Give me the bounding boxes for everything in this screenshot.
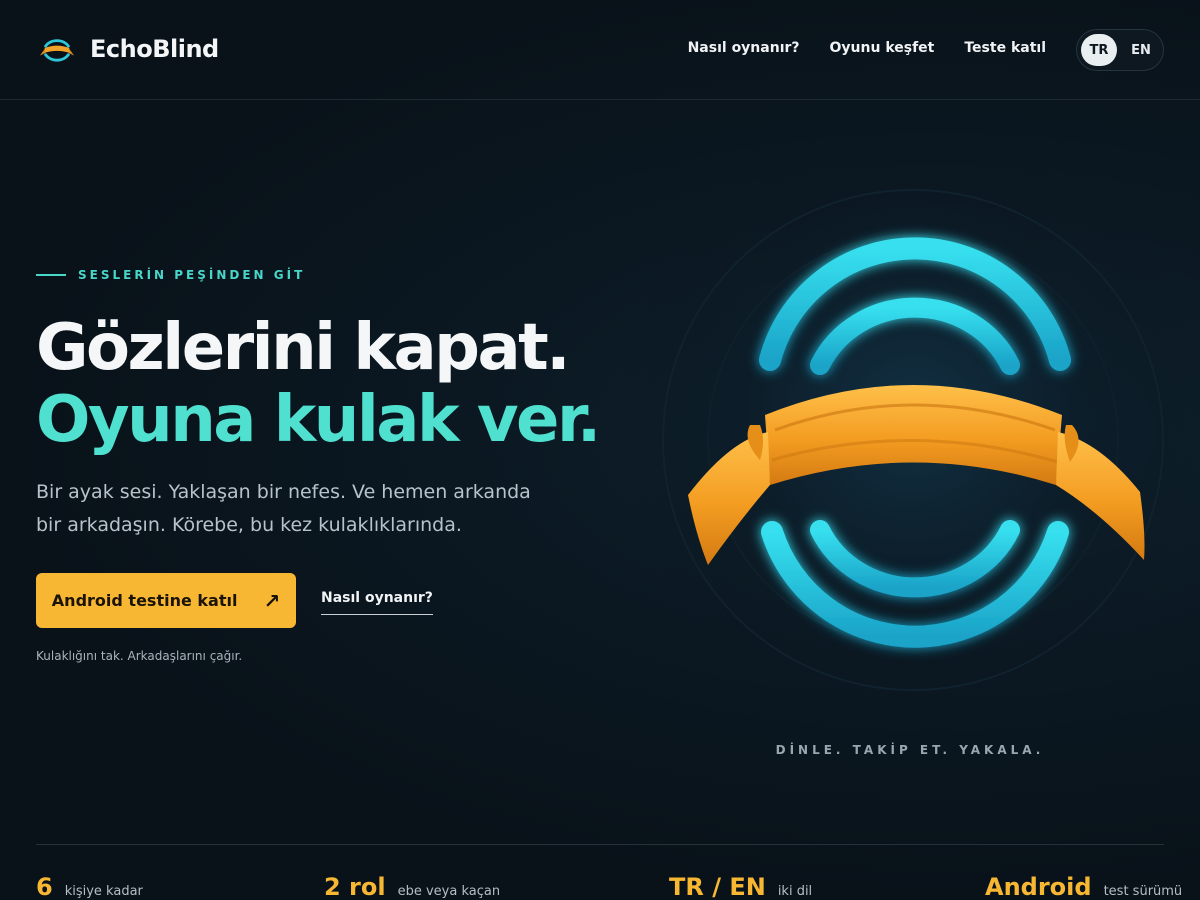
brand-name: EchoBlind	[90, 35, 219, 63]
language-option-tr[interactable]: TR	[1081, 34, 1117, 66]
stat-label: test sürümü	[1103, 884, 1183, 899]
how-to-play-link[interactable]: Nasıl oynanır?	[321, 590, 433, 615]
hero-title-line-2: Oyuna kulak ver.	[36, 383, 601, 457]
stat-platform: Android test sürümü	[985, 873, 1182, 900]
nav-link-join-test[interactable]: Teste katıl	[964, 40, 1046, 56]
android-test-button-label: Android testine katıl	[51, 591, 238, 610]
landing-page: EchoBlind Nasıl oynanır? Oyunu keşfet Te…	[0, 0, 1200, 900]
android-test-button[interactable]: Android testine katıl ↗	[36, 573, 296, 628]
site-header: EchoBlind Nasıl oynanır? Oyunu keşfet Te…	[0, 0, 1200, 100]
language-switcher: TR EN	[1076, 29, 1164, 71]
hero-lead: Bir ayak sesi. Yaklaşan bir nefes. Ve he…	[36, 481, 531, 536]
stat-roles: 2 rol ebe veya kaçan	[324, 873, 500, 900]
stat-value: Android	[985, 873, 1092, 900]
stat-label: ebe veya kaçan	[397, 884, 501, 899]
nav-link-explore-game[interactable]: Oyunu keşfet	[830, 40, 935, 56]
stat-value: 6	[36, 873, 53, 900]
eyebrow-text: SESLERİN PEŞİNDEN GİT	[78, 268, 306, 282]
nav-link-how-to-play[interactable]: Nasıl oynanır?	[688, 40, 800, 56]
hero-title-line-1: Gözlerini kapat.	[36, 311, 571, 385]
hero-eyebrow: SESLERİN PEŞİNDEN GİT	[36, 268, 305, 282]
language-option-en[interactable]: EN	[1123, 34, 1159, 66]
stat-label: kişiye kadar	[64, 884, 143, 899]
stat-languages: TR / EN iki dil	[669, 873, 812, 900]
blindfold-sound-waves-illustration	[613, 140, 1200, 740]
arrow-up-right-icon: ↗	[263, 588, 281, 613]
stat-value: 2 rol	[324, 873, 386, 900]
blindfold-logo-icon	[39, 39, 75, 62]
hero-tagline: DİNLE. TAKİP ET. YAKALA.	[775, 743, 1045, 757]
stat-label: iki dil	[777, 884, 813, 899]
eyebrow-line	[36, 274, 66, 276]
brand[interactable]: EchoBlind	[38, 30, 219, 68]
stat-value: TR / EN	[669, 873, 766, 900]
stat-players: 6 kişiye kadar	[36, 873, 143, 900]
stats-divider	[36, 844, 1164, 845]
main-nav: Nasıl oynanır? Oyunu keşfet Teste katıl	[688, 40, 1046, 56]
hero-hint: Kulaklığını tak. Arkadaşlarını çağır.	[36, 649, 243, 663]
